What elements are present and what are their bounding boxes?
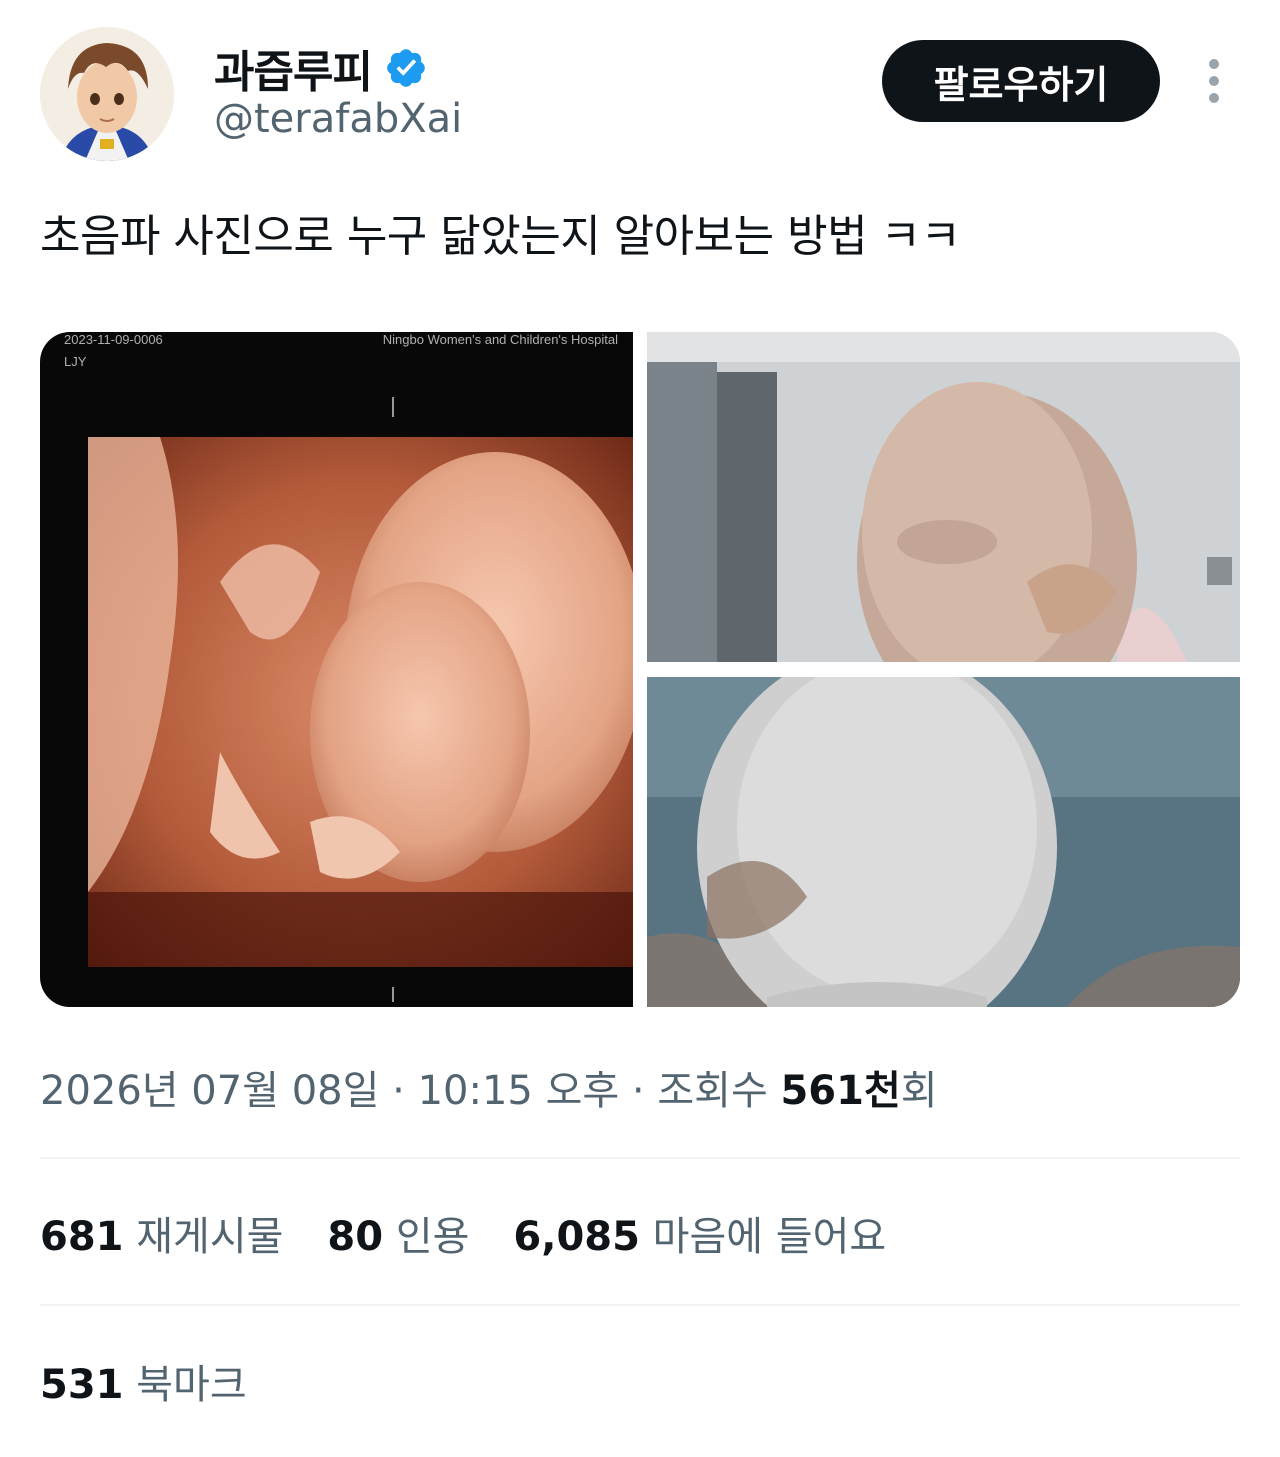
ultrasound-sub-text: LJY <box>64 354 87 369</box>
tweet-text: 초음파 사진으로 누구 닮았는지 알아보는 방법 ㅋㅋ <box>40 211 961 262</box>
avatar[interactable] <box>40 27 174 161</box>
views-suffix: 회 <box>900 1068 938 1114</box>
tweet-meta: 2026년 07월 08일 · 10:15 오후 · 조회수 561천회 <box>40 1058 938 1116</box>
quotes-count: 80 <box>327 1214 384 1260</box>
more-vertical-icon[interactable] <box>1200 56 1228 106</box>
stocking-head-photo-2[interactable] <box>647 677 1240 1007</box>
views-label: 조회수 <box>657 1068 768 1114</box>
tweet-time[interactable]: 10:15 오후 <box>418 1068 620 1114</box>
meta-separator: · <box>379 1068 418 1114</box>
retweets-count: 681 <box>40 1214 124 1260</box>
retweets-stat[interactable]: 681 재게시물 <box>40 1204 283 1262</box>
retweets-label: 재게시물 <box>136 1214 284 1260</box>
bookmarks-count: 531 <box>40 1362 124 1408</box>
media-grid[interactable]: 2023-11-09-0006 LJY Ningbo Women's and C… <box>40 332 1240 1007</box>
ultrasound-image[interactable]: 2023-11-09-0006 LJY Ningbo Women's and C… <box>40 332 633 1007</box>
likes-stat[interactable]: 6,085 마음에 들어요 <box>513 1204 886 1262</box>
verified-badge-icon <box>387 49 425 87</box>
divider <box>40 1157 1240 1159</box>
bookmarks-stat[interactable]: 531 북마크 <box>40 1352 247 1410</box>
author-display-name[interactable]: 과즙루피 <box>214 36 373 100</box>
engagement-stats: 681 재게시물 80 인용 6,085 마음에 들어요 <box>40 1204 886 1262</box>
quotes-stat[interactable]: 80 인용 <box>327 1204 469 1262</box>
tweet-date[interactable]: 2026년 07월 08일 <box>40 1068 379 1114</box>
follow-button[interactable]: 팔로우하기 <box>882 40 1160 122</box>
likes-label: 마음에 들어요 <box>652 1214 887 1260</box>
ultrasound-id-text: 2023-11-09-0006 <box>64 332 163 347</box>
author-name-row[interactable]: 과즙루피 <box>214 36 428 100</box>
ultrasound-hospital-text: Ningbo Women's and Children's Hospital <box>383 332 618 347</box>
quotes-label: 인용 <box>395 1214 470 1260</box>
stocking-head-photo-1[interactable] <box>647 332 1240 662</box>
author-handle[interactable]: @terafabXai <box>214 96 462 142</box>
divider <box>40 1304 1240 1306</box>
likes-count: 6,085 <box>513 1214 640 1260</box>
avatar-image <box>40 27 174 161</box>
bookmarks-label: 북마크 <box>136 1362 247 1408</box>
views-count: 561천 <box>780 1068 901 1114</box>
meta-separator: · <box>619 1068 658 1114</box>
